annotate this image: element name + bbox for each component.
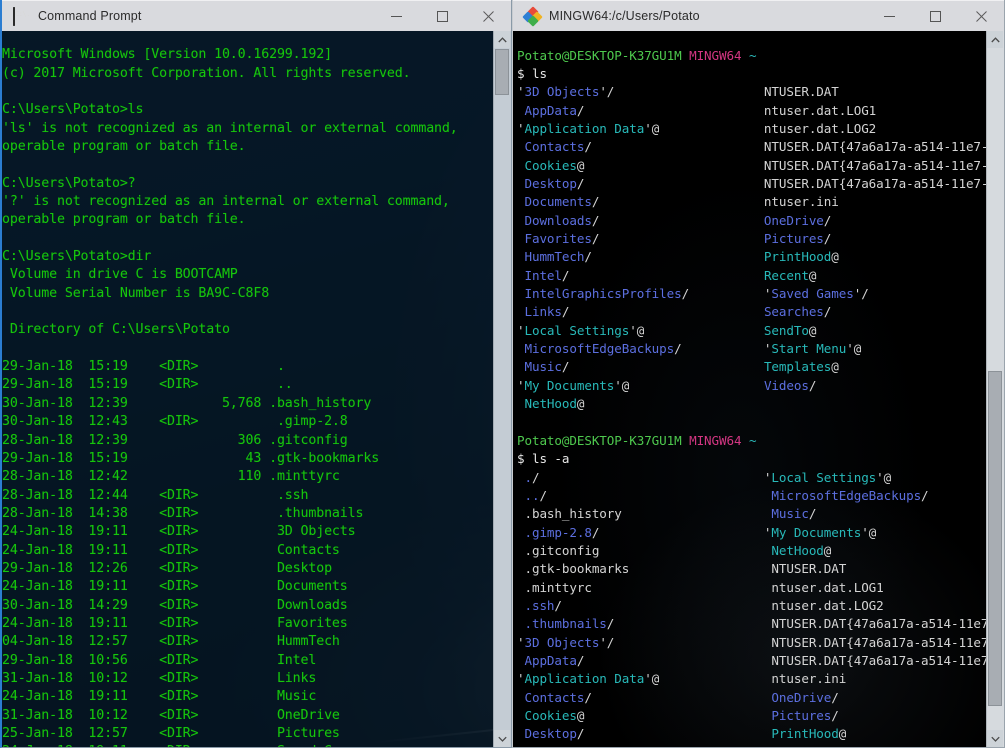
mingw-titlebar[interactable]: MINGW64:/c/Users/Potato	[513, 0, 1004, 31]
cmd-scroll-up-arrow[interactable]	[494, 31, 510, 48]
mingw-terminal-viewport[interactable]: Potato@DESKTOP-K37GU1M MINGW64 ~ $ ls '3…	[513, 31, 986, 747]
cmd-window-controls	[373, 1, 511, 32]
cmd-titlebar[interactable]: Command Prompt	[2, 0, 511, 31]
git-bash-diamonds-icon	[522, 6, 543, 27]
cmd-minimize-button[interactable]	[373, 1, 419, 32]
mingw-terminal-body[interactable]: Potato@DESKTOP-K37GU1M MINGW64 ~ $ ls '3…	[513, 31, 1004, 747]
minimize-icon	[883, 15, 895, 17]
close-icon	[482, 10, 494, 22]
cmd-console-body[interactable]: Microsoft Windows [Version 10.0.16299.19…	[2, 31, 511, 747]
chevron-up-icon	[990, 36, 1000, 42]
cmd-scroll-down-arrow[interactable]	[494, 730, 510, 747]
minimize-icon	[390, 15, 402, 17]
cmd-title-text: Command Prompt	[38, 9, 142, 23]
close-icon	[975, 10, 987, 22]
mingw-title-text: MINGW64:/c/Users/Potato	[549, 9, 700, 23]
mingw-terminal-output: Potato@DESKTOP-K37GU1M MINGW64 ~ $ ls '3…	[517, 47, 986, 747]
mingw-scroll-up-arrow[interactable]	[987, 31, 1003, 48]
mingw64-window[interactable]: MINGW64:/c/Users/Potato Potato@DESKTOP-K…	[512, 0, 1005, 748]
mingw-close-button[interactable]	[958, 1, 1004, 32]
cmd-console-icon	[13, 7, 29, 26]
mingw-scroll-thumb[interactable]	[988, 371, 1002, 706]
mingw-minimize-button[interactable]	[866, 1, 912, 32]
mingw-maximize-button[interactable]	[912, 1, 958, 32]
chevron-down-icon	[497, 736, 507, 742]
cmd-maximize-button[interactable]	[419, 1, 465, 32]
chevron-down-icon	[990, 736, 1000, 742]
mingw-window-controls	[866, 1, 1004, 32]
cmd-scroll-thumb[interactable]	[495, 49, 509, 95]
maximize-icon	[929, 10, 941, 22]
command-prompt-window[interactable]: Command Prompt Microsoft Windows [Versio…	[0, 0, 512, 748]
mingw-scroll-down-arrow[interactable]	[987, 730, 1003, 747]
cmd-scrollbar[interactable]	[493, 31, 511, 747]
cmd-close-button[interactable]	[465, 1, 511, 32]
cmd-console-output: Microsoft Windows [Version 10.0.16299.19…	[2, 47, 458, 747]
chevron-up-icon	[497, 36, 507, 42]
mingw-scrollbar[interactable]	[986, 31, 1004, 747]
maximize-icon	[436, 10, 448, 22]
